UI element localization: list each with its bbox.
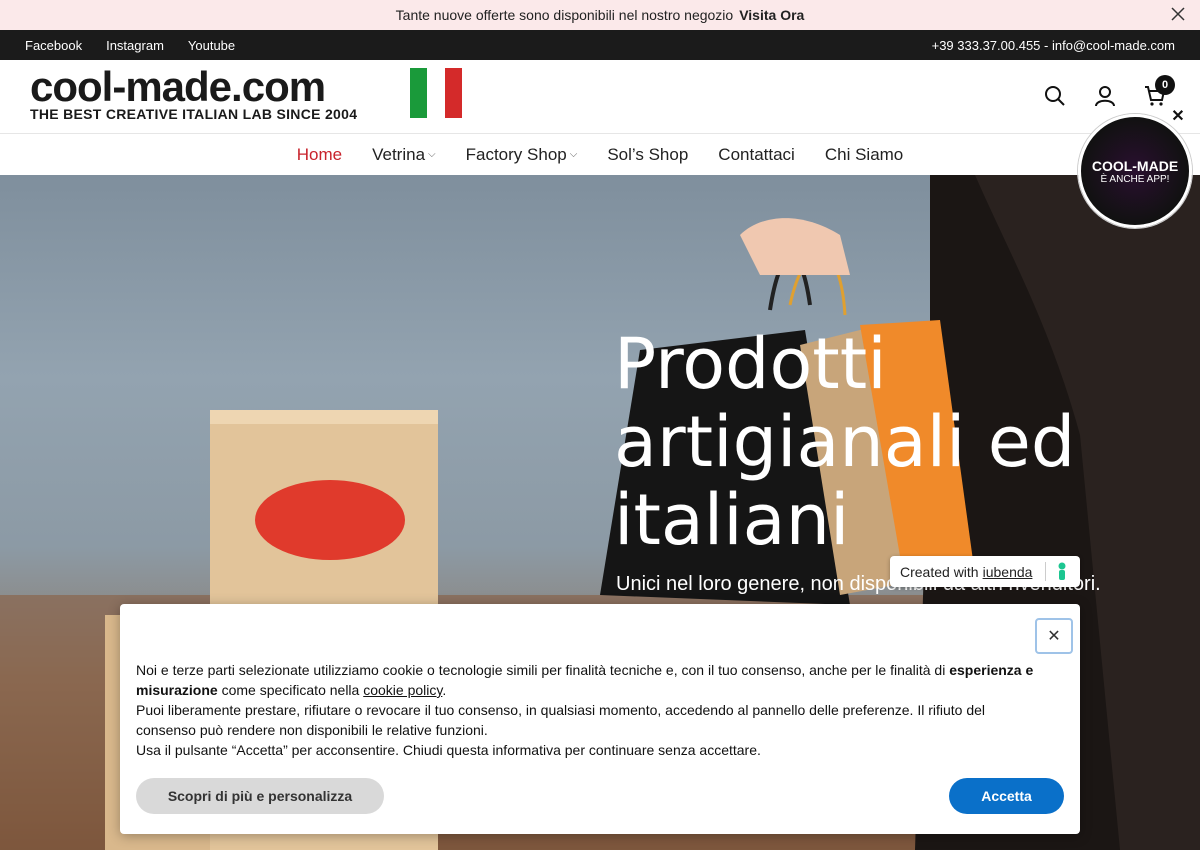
nav-item-sols-shop[interactable]: Sol’s Shop xyxy=(607,145,688,165)
cookie-text-p1a: Noi e terze parti selezionate utilizziam… xyxy=(136,662,946,678)
announcement-link[interactable]: Visita Ora xyxy=(739,7,804,23)
nav-item-label: Chi Siamo xyxy=(824,144,904,164)
nav-item-vetrina[interactable]: Vetrina ⌵ xyxy=(372,145,436,165)
top-bar: Facebook Instagram Youtube +39 333.37.00… xyxy=(0,30,1200,60)
main-nav: Home Vetrina ⌵ Factory Shop ⌵ Sol’s Shop C… xyxy=(0,134,1200,175)
facebook-link[interactable]: Facebook xyxy=(25,38,82,53)
cookie-policy-link[interactable]: cookie policy xyxy=(363,682,442,698)
nav-item-chi-siamo[interactable]: Chi Siamo xyxy=(825,145,903,165)
site-logo[interactable]: cool-made.com THE BEST CREATIVE ITALIAN … xyxy=(30,66,470,128)
cookie-text-p3: Usa il pulsante “Accetta” per acconsenti… xyxy=(136,742,761,758)
youtube-link[interactable]: Youtube xyxy=(188,38,235,53)
hero-title: Prodotti artigianali ed italiani xyxy=(614,323,1076,561)
nav-item-label: Contattaci xyxy=(718,144,795,164)
app-badge-subtitle: È ANCHE APP! xyxy=(1100,173,1170,185)
app-promo-badge[interactable]: COOL-MADE È ANCHE APP! xyxy=(1078,114,1192,228)
iubenda-logo-icon xyxy=(1058,562,1066,580)
iubenda-badge[interactable]: Created with iubenda xyxy=(890,556,1080,587)
nav-item-label: Factory Shop xyxy=(465,144,567,164)
account-icon[interactable] xyxy=(1093,84,1117,108)
cookie-banner: ✕ Noi e terze parti selezionate utilizzi… xyxy=(120,604,1080,834)
chevron-down-icon: ⌵ xyxy=(569,149,578,160)
site-header: cool-made.com THE BEST CREATIVE ITALIAN … xyxy=(0,60,1200,134)
iubenda-link[interactable]: iubenda xyxy=(983,564,1033,580)
app-badge-title: COOL-MADE xyxy=(1091,157,1179,174)
close-icon[interactable] xyxy=(1170,6,1186,22)
nav-item-factory-shop[interactable]: Factory Shop ⌵ xyxy=(466,145,578,165)
cookie-text-p2: Puoi liberamente prestare, rifiutare o r… xyxy=(136,702,986,738)
iubenda-prefix: Created with xyxy=(900,563,979,580)
logo-name: cool-made.com xyxy=(30,63,326,110)
logo-tagline: THE BEST CREATIVE ITALIAN LAB SINCE 2004 xyxy=(30,106,358,122)
contact-info[interactable]: +39 333.37.00.455 - info@cool-made.com xyxy=(932,38,1175,53)
nav-item-label: Sol’s Shop xyxy=(607,144,689,164)
instagram-link[interactable]: Instagram xyxy=(106,38,164,53)
accept-button[interactable]: Accetta xyxy=(949,778,1064,814)
cookie-text: Noi e terze parti selezionate utilizziam… xyxy=(136,662,1034,758)
announcement-text: Tante nuove offerte sono disponibili nel… xyxy=(395,7,734,23)
nav-item-label: Home xyxy=(296,144,343,164)
nav-item-label: Vetrina xyxy=(372,144,426,164)
nav-item-contattaci[interactable]: Contattaci xyxy=(718,145,795,165)
nav-item-home[interactable]: Home xyxy=(297,145,342,165)
close-icon[interactable]: ✕ xyxy=(1170,109,1186,125)
chevron-down-icon: ⌵ xyxy=(428,149,436,160)
social-links: Facebook Instagram Youtube xyxy=(25,38,235,53)
announcement-bar: Tante nuove offerte sono disponibili nel… xyxy=(0,0,1200,30)
italian-flag-icon xyxy=(410,68,462,118)
search-icon[interactable] xyxy=(1043,84,1067,108)
cookie-text-p1c: come specificato nella xyxy=(221,682,360,698)
divider xyxy=(1045,562,1046,581)
cookie-close-button[interactable]: ✕ xyxy=(1035,618,1073,654)
cart-count-badge: 0 xyxy=(1155,75,1175,95)
customize-button[interactable]: Scopri di più e personalizza xyxy=(136,778,384,814)
